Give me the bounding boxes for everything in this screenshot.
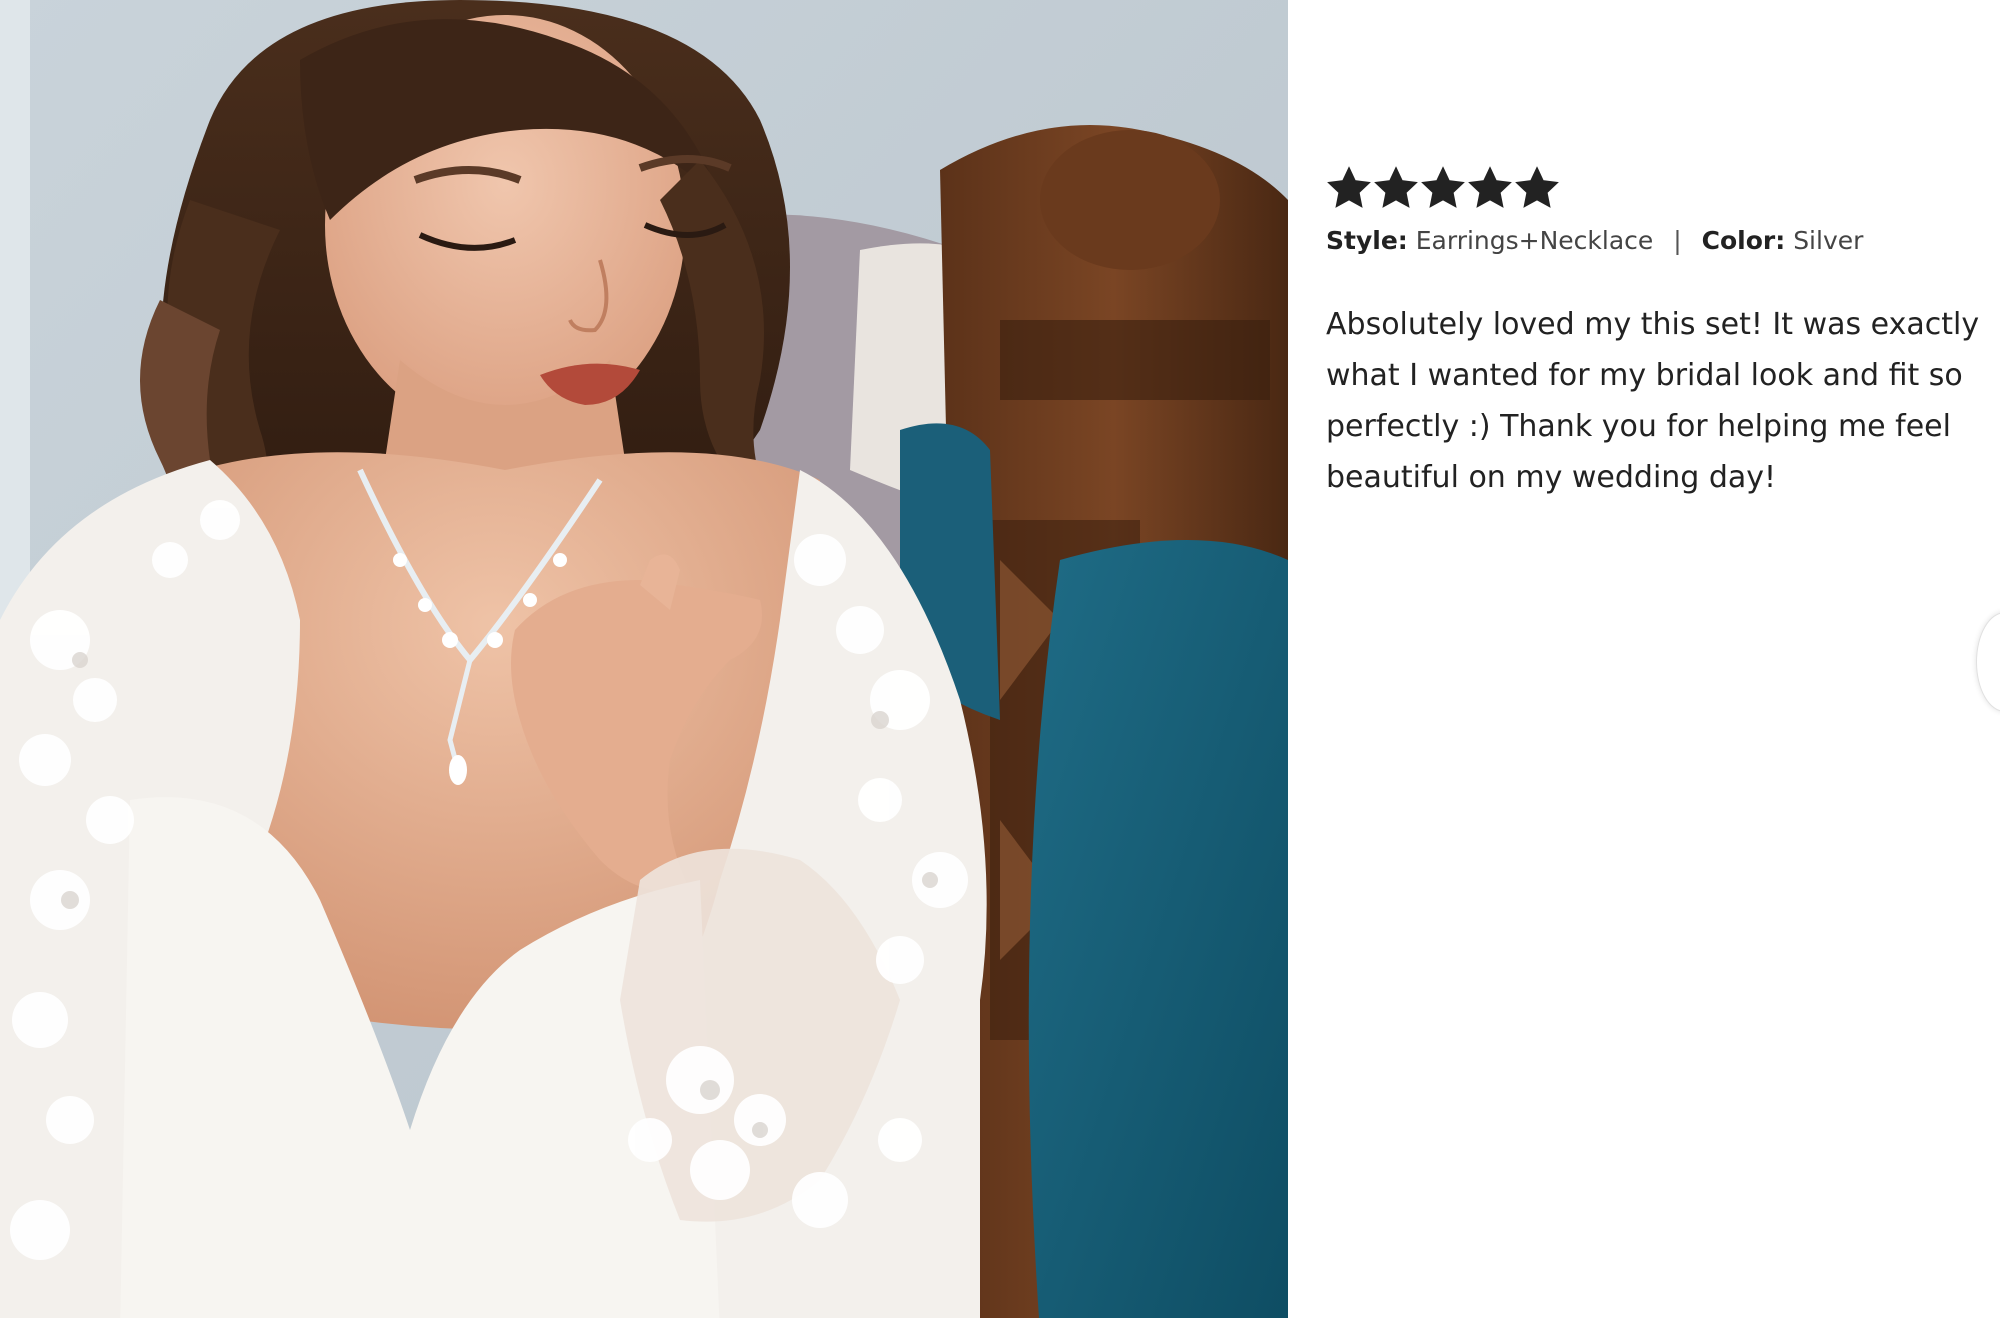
bride-photo-illustration bbox=[0, 0, 1288, 1333]
style-value: Earrings+Necklace bbox=[1415, 226, 1654, 255]
style-label: Style: bbox=[1326, 226, 1408, 255]
star-icon bbox=[1420, 165, 1466, 211]
color-value: Silver bbox=[1793, 226, 1864, 255]
star-rating bbox=[1326, 163, 1986, 213]
review-photo[interactable] bbox=[0, 0, 1288, 1333]
review-details: Style: Earrings+Necklace | Color: Silver… bbox=[1326, 163, 1986, 533]
variation-divider: | bbox=[1673, 226, 1682, 255]
variation-info: Style: Earrings+Necklace | Color: Silver bbox=[1326, 223, 1986, 259]
carousel-next-button[interactable] bbox=[1976, 612, 2000, 712]
review-text: Absolutely loved my this set! It was exa… bbox=[1326, 307, 1980, 495]
color-label: Color: bbox=[1701, 226, 1786, 255]
star-icon bbox=[1514, 165, 1560, 211]
star-icon bbox=[1467, 165, 1513, 211]
star-icon bbox=[1373, 165, 1419, 211]
star-icon bbox=[1326, 165, 1372, 211]
review-card: Style: Earrings+Necklace | Color: Silver… bbox=[0, 0, 2000, 1333]
